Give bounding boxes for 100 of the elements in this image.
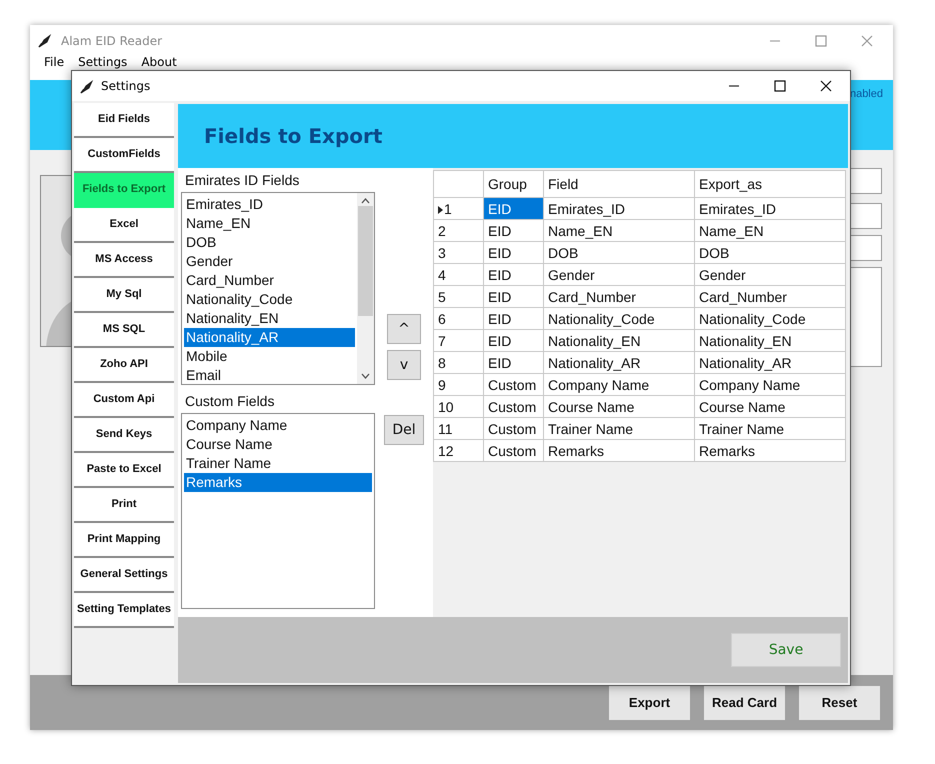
table-cell[interactable]: Company Name <box>694 374 846 396</box>
table-cell[interactable]: EID <box>484 308 544 330</box>
table-cell[interactable]: Nationality_EN <box>544 330 694 352</box>
nav-tab[interactable]: Print Mapping <box>74 523 174 558</box>
scrollbar[interactable] <box>357 193 374 384</box>
nav-tab[interactable]: Zoho API <box>74 348 174 383</box>
table-cell[interactable]: EID <box>484 264 544 286</box>
nav-tab[interactable]: Custom Api <box>74 383 174 418</box>
dropdown-field[interactable] <box>848 203 882 229</box>
list-item[interactable]: Remarks <box>184 473 372 492</box>
table-cell[interactable]: Card_Number <box>694 286 846 308</box>
nav-tab[interactable]: MS Access <box>74 243 174 278</box>
table-cell[interactable]: Trainer Name <box>544 418 694 440</box>
table-cell[interactable]: Name_EN <box>544 220 694 242</box>
nav-tab[interactable]: CustomFields <box>74 138 174 173</box>
nav-tab[interactable]: Eid Fields <box>74 103 174 138</box>
menu-item[interactable]: File <box>44 56 64 69</box>
table-cell[interactable]: Emirates_ID <box>544 198 694 220</box>
close-icon[interactable] <box>820 80 832 92</box>
column-header[interactable]: Export_as <box>694 170 846 198</box>
action-button[interactable]: Read Card <box>704 686 785 720</box>
row-header[interactable]: 7 <box>434 330 484 352</box>
table-cell[interactable]: Gender <box>694 264 846 286</box>
list-item[interactable]: Nationality_AR <box>184 328 355 347</box>
scroll-down-icon[interactable] <box>361 373 370 379</box>
row-header[interactable]: 12 <box>434 440 484 462</box>
list-item[interactable]: Nationality_Code <box>184 290 355 309</box>
table-cell[interactable]: EID <box>484 330 544 352</box>
table-cell[interactable]: Course Name <box>694 396 846 418</box>
eid-field-list[interactable]: Emirates_ID Name_EN DOB Gender Card_Number Nationality_Code Nationality_EN Nationality_AR Mobile Email <box>181 192 375 385</box>
move-button[interactable]: v <box>387 350 421 380</box>
delete-button[interactable]: Del <box>384 415 424 445</box>
row-header[interactable]: 4 <box>434 264 484 286</box>
table-cell[interactable]: Nationality_Code <box>694 308 846 330</box>
move-button[interactable]: ^ <box>387 314 421 344</box>
table-cell[interactable]: EID <box>484 286 544 308</box>
row-header[interactable]: 1 <box>434 198 484 220</box>
table-cell[interactable]: Course Name <box>544 396 694 418</box>
table-cell[interactable]: EID <box>484 242 544 264</box>
nav-tab[interactable]: Paste to Excel <box>74 453 174 488</box>
table-cell[interactable]: Name_EN <box>694 220 846 242</box>
row-header[interactable]: 6 <box>434 308 484 330</box>
table-cell[interactable]: Nationality_AR <box>694 352 846 374</box>
list-item[interactable]: Gender <box>184 252 355 271</box>
scroll-thumb[interactable] <box>358 206 373 316</box>
list-item[interactable]: Company Name <box>184 416 372 435</box>
row-header[interactable]: 10 <box>434 396 484 418</box>
table-cell[interactable]: Nationality_Code <box>544 308 694 330</box>
list-item[interactable]: Trainer Name <box>184 454 372 473</box>
table-cell[interactable]: Remarks <box>694 440 846 462</box>
scroll-up-icon[interactable] <box>361 198 370 204</box>
table-cell[interactable]: Remarks <box>544 440 694 462</box>
table-cell[interactable]: Gender <box>544 264 694 286</box>
row-header[interactable]: 2 <box>434 220 484 242</box>
nav-tab[interactable]: Send Keys <box>74 418 174 453</box>
table-cell[interactable]: Trainer Name <box>694 418 846 440</box>
nav-tab[interactable]: Excel <box>74 208 174 243</box>
menu-item[interactable]: Settings <box>78 56 128 69</box>
row-header[interactable]: 11 <box>434 418 484 440</box>
nav-tab[interactable]: MS SQL <box>74 313 174 348</box>
table-cell[interactable]: EID <box>484 220 544 242</box>
list-item[interactable]: Nationality_EN <box>184 309 355 328</box>
table-cell[interactable]: Nationality_EN <box>694 330 846 352</box>
column-header[interactable]: Field <box>544 170 694 198</box>
row-header[interactable]: 5 <box>434 286 484 308</box>
list-item[interactable]: Emirates_ID <box>184 195 355 214</box>
list-item[interactable]: Email <box>184 366 355 385</box>
input-field[interactable] <box>848 168 882 194</box>
table-cell[interactable]: Custom <box>484 440 544 462</box>
list-item[interactable]: Mobile <box>184 347 355 366</box>
menu-item[interactable]: About <box>141 56 177 69</box>
list-item[interactable]: Name_EN <box>184 214 355 233</box>
table-cell[interactable]: Nationality_AR <box>544 352 694 374</box>
list-item[interactable]: DOB <box>184 233 355 252</box>
action-button[interactable]: Reset <box>799 686 880 720</box>
list-item[interactable]: Card_Number <box>184 271 355 290</box>
nav-tab[interactable]: My Sql <box>74 278 174 313</box>
table-cell[interactable]: DOB <box>694 242 846 264</box>
list-item[interactable]: Course Name <box>184 435 372 454</box>
text-area[interactable] <box>848 267 882 367</box>
table-cell[interactable]: Custom <box>484 418 544 440</box>
action-button[interactable]: Export <box>609 686 690 720</box>
row-header[interactable]: 9 <box>434 374 484 396</box>
nav-tab[interactable]: Fields to Export <box>74 173 174 208</box>
table-cell[interactable]: Custom <box>484 374 544 396</box>
table-cell[interactable]: EID <box>484 352 544 374</box>
table-cell[interactable]: Custom <box>484 396 544 418</box>
row-header[interactable]: 8 <box>434 352 484 374</box>
nav-tab[interactable]: General Settings <box>74 558 174 593</box>
save-button[interactable]: Save <box>731 633 841 667</box>
table-cell[interactable]: Card_Number <box>544 286 694 308</box>
maximize-icon[interactable] <box>774 80 786 92</box>
table-cell[interactable]: DOB <box>544 242 694 264</box>
nav-tab[interactable]: Setting Templates <box>74 593 174 628</box>
row-header[interactable]: 3 <box>434 242 484 264</box>
custom-field-list[interactable]: Company Name Course Name Trainer Name Remarks <box>181 413 375 609</box>
nav-tab[interactable]: Print <box>74 488 174 523</box>
table-cell[interactable]: EID <box>484 198 544 220</box>
table-cell[interactable]: Emirates_ID <box>694 198 846 220</box>
input-field[interactable] <box>848 235 882 261</box>
